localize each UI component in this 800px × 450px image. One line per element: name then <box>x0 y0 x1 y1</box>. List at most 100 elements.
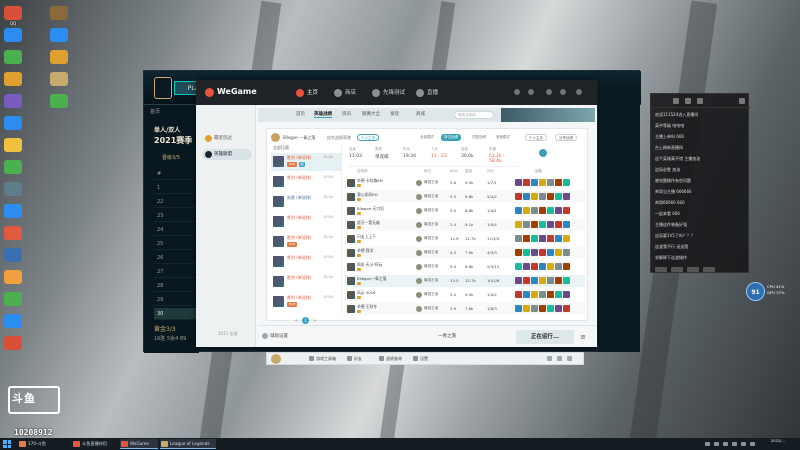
item-icon[interactable] <box>563 193 570 200</box>
player-name[interactable]: Bilegon一青之落 <box>357 276 417 282</box>
desktop-app-icon[interactable] <box>4 270 22 284</box>
sub-tab[interactable]: 首页 <box>296 111 305 117</box>
performance-badge[interactable]: 91 <box>746 282 765 301</box>
league-ladder-row[interactable]: 27 <box>154 266 199 278</box>
item-icon[interactable] <box>515 193 522 200</box>
item-icon[interactable] <box>563 263 570 270</box>
item-icon[interactable] <box>547 277 554 284</box>
sub-tab[interactable]: 发现 <box>390 111 399 117</box>
player-name[interactable]: 辛德·王秋冬 <box>357 304 417 310</box>
item-icon[interactable] <box>523 179 530 186</box>
account-select[interactable]: 一青之落 <box>438 333 456 339</box>
item-icon[interactable] <box>531 291 538 298</box>
item-icon[interactable] <box>547 249 554 256</box>
match-list-item[interactable]: 胜利 (单双排) 15:00 MVP <box>271 233 342 251</box>
pager-button[interactable]: > <box>311 317 318 324</box>
item-icon[interactable] <box>563 249 570 256</box>
chat-footer-btn-a[interactable] <box>655 267 667 272</box>
match-list-item[interactable]: 胜利 (单双排) 15:00 <box>271 173 342 191</box>
avatar[interactable] <box>271 133 280 142</box>
item-icon[interactable] <box>531 249 538 256</box>
league-ladder-row[interactable]: 1 <box>154 182 199 194</box>
desktop-app-icon[interactable] <box>4 28 22 42</box>
item-icon[interactable] <box>555 221 562 228</box>
item-icon[interactable] <box>563 179 570 186</box>
player-row[interactable]: 闪击上上下 最强王者 12.9 12.7k 11/3/4 <box>345 233 585 245</box>
sub-tab[interactable]: 英雄战绩 <box>314 111 332 118</box>
match-summary-icon[interactable] <box>539 149 547 157</box>
item-icon[interactable] <box>523 249 530 256</box>
player-name[interactable]: 虎牙丶我无敌 <box>357 220 417 226</box>
desktop-app-icon[interactable] <box>4 314 22 328</box>
player-row[interactable]: 辛德·王秋冬 最强王者 3.9 7.6k 1/8/3 <box>345 303 585 315</box>
taskbar-app[interactable]: 170-斗鱼 <box>18 439 70 449</box>
chat-footer-btn-b[interactable] <box>671 267 683 272</box>
left-nav-item[interactable]: 最近玩过 <box>202 133 252 144</box>
item-icon[interactable] <box>563 305 570 312</box>
wegame-maximize-icon[interactable] <box>560 89 566 95</box>
wegame-tab[interactable]: 商店 <box>334 87 356 99</box>
wegame-tab[interactable]: 先锋测试 <box>372 87 405 99</box>
chat-footer-btn-c[interactable] <box>687 267 699 272</box>
league-ladder-row[interactable]: # <box>154 168 199 180</box>
mode-filter-tab[interactable]: 排位战绩 <box>441 134 461 141</box>
wegame-tab[interactable]: 主页 <box>296 87 318 99</box>
tray-volume-icon[interactable] <box>723 442 728 446</box>
item-icon[interactable] <box>523 277 530 284</box>
desktop-app-icon[interactable] <box>4 226 22 240</box>
item-icon[interactable] <box>563 235 570 242</box>
item-icon[interactable] <box>515 249 522 256</box>
item-icon[interactable] <box>547 263 554 270</box>
item-icon[interactable] <box>539 179 546 186</box>
taskbar-app[interactable]: 斗鱼直播伴侣 <box>72 439 118 449</box>
toolbar-icon-c[interactable] <box>567 356 572 361</box>
item-icon[interactable] <box>539 277 546 284</box>
item-icon[interactable] <box>515 277 522 284</box>
league-ladder-row[interactable]: 28 <box>154 280 199 292</box>
item-icon[interactable] <box>555 249 562 256</box>
chat-user-icon[interactable] <box>685 98 691 104</box>
desktop-app-icon[interactable] <box>50 50 68 64</box>
item-icon[interactable] <box>539 193 546 200</box>
running-button[interactable]: 正在运行... <box>516 330 574 344</box>
league-ladder-row[interactable]: 30 <box>154 308 199 320</box>
chat-footer-btn-d[interactable] <box>703 267 715 272</box>
personal-page-button[interactable]: 个人主页 <box>525 134 547 141</box>
profile-link-honor[interactable]: 荣誉 <box>343 135 351 141</box>
item-icon[interactable] <box>515 179 522 186</box>
item-icon[interactable] <box>547 305 554 312</box>
item-icon[interactable] <box>523 235 530 242</box>
item-icon[interactable] <box>523 193 530 200</box>
item-icon[interactable] <box>555 193 562 200</box>
toolbar-button[interactable]: 好友 <box>347 356 362 362</box>
item-icon[interactable] <box>531 305 538 312</box>
item-icon[interactable] <box>523 291 530 298</box>
desktop-app-icon[interactable] <box>4 6 22 20</box>
desktop-app-icon[interactable] <box>4 292 22 306</box>
wegame-settings-icon[interactable] <box>514 89 520 95</box>
item-icon[interactable] <box>523 221 530 228</box>
assist-settings-link[interactable]: 辅助设置 <box>270 333 288 339</box>
player-row[interactable]: 风云·3016 最强王者 3.4 5.5k 1/4/2 <box>345 289 585 301</box>
item-icon[interactable] <box>547 235 554 242</box>
chat-gift-icon[interactable] <box>673 98 679 104</box>
item-icon[interactable] <box>531 277 538 284</box>
pager-button[interactable]: 1 <box>302 317 309 324</box>
share-button[interactable]: 分享战绩 <box>555 134 577 141</box>
desktop-app-icon[interactable] <box>4 160 22 174</box>
chat-close-icon[interactable] <box>739 98 745 104</box>
item-icon[interactable] <box>539 305 546 312</box>
desktop-app-icon[interactable] <box>50 28 68 42</box>
mode-filter-tab[interactable]: 其他模式 <box>493 134 513 141</box>
match-list-item[interactable]: 胜利 (单双排) 15:00 <box>271 273 342 291</box>
taskbar-app[interactable]: League of Legends <box>160 439 216 449</box>
toolbar-icon-a[interactable] <box>547 356 552 361</box>
desktop-app-icon[interactable] <box>4 138 22 152</box>
item-icon[interactable] <box>531 263 538 270</box>
item-icon[interactable] <box>531 207 538 214</box>
toolbar-button[interactable]: 战绩查询 <box>379 356 402 362</box>
tray-network-icon[interactable] <box>714 442 719 446</box>
item-icon[interactable] <box>555 305 562 312</box>
tray-ime-icon[interactable] <box>732 442 737 446</box>
chat-settings-icon[interactable] <box>697 98 703 104</box>
